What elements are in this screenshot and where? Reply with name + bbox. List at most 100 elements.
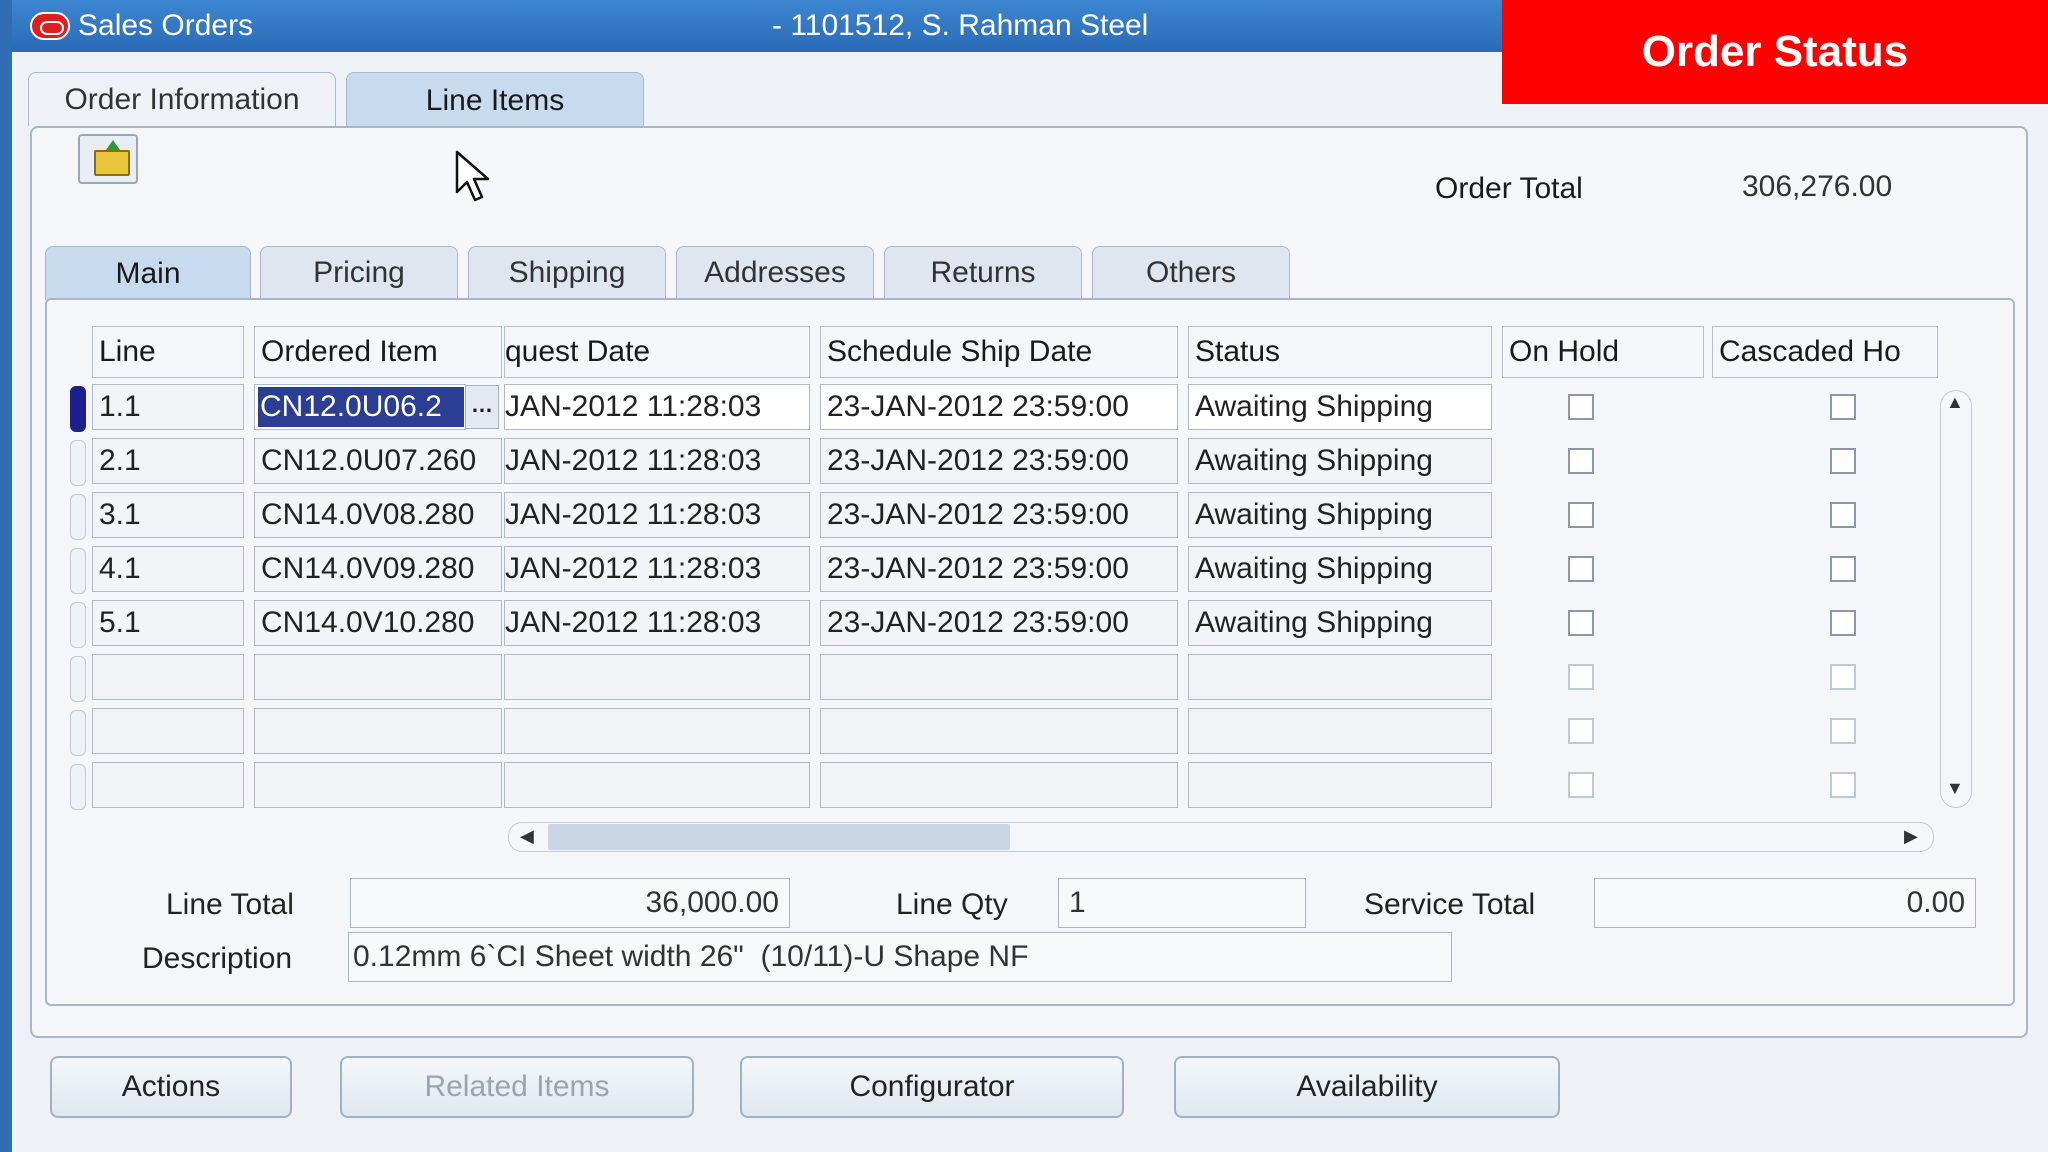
- cell-ordered-item-empty[interactable]: [254, 708, 502, 754]
- cascaded-hold-checkbox[interactable]: [1830, 664, 1856, 690]
- cell-line-empty[interactable]: [92, 762, 244, 808]
- column-header-status[interactable]: Status: [1188, 326, 1492, 378]
- column-header-on-hold[interactable]: On Hold: [1502, 326, 1704, 378]
- scroll-up-arrow-icon[interactable]: ▲: [1946, 392, 1964, 413]
- row-selector[interactable]: [70, 548, 86, 594]
- row-selector[interactable]: [70, 656, 86, 702]
- horizontal-scroll-thumb[interactable]: [548, 824, 1010, 850]
- related-items-button[interactable]: Related Items: [340, 1056, 694, 1118]
- tab-main[interactable]: Main: [45, 246, 251, 300]
- tab-others[interactable]: Others: [1092, 246, 1290, 298]
- cell-ordered-item[interactable]: CN14.0V09.280: [254, 546, 502, 592]
- on-hold-checkbox[interactable]: [1568, 556, 1594, 582]
- scroll-left-arrow-icon[interactable]: ◀: [520, 826, 534, 847]
- description-field[interactable]: 0.12mm 6`CI Sheet width 26" (10/11)-U Sh…: [348, 932, 1452, 982]
- cell-request-date[interactable]: JAN-2012 11:28:03: [504, 438, 810, 484]
- line-total-field[interactable]: 36,000.00: [350, 878, 790, 928]
- line-qty-field[interactable]: 1: [1058, 878, 1306, 928]
- cell-ordered-item[interactable]: CN12.0U07.260: [254, 438, 502, 484]
- scroll-right-arrow-icon[interactable]: ▶: [1904, 826, 1918, 847]
- cascaded-hold-checkbox[interactable]: [1830, 502, 1856, 528]
- on-hold-checkbox[interactable]: [1568, 718, 1594, 744]
- list-of-values-button[interactable]: …: [465, 385, 499, 429]
- cell-status[interactable]: Awaiting Shipping: [1188, 438, 1492, 484]
- row-selector[interactable]: [70, 386, 86, 432]
- cell-request-date-empty[interactable]: [504, 762, 810, 808]
- cell-line[interactable]: 4.1: [92, 546, 244, 592]
- cascaded-hold-checkbox[interactable]: [1830, 610, 1856, 636]
- cell-line-empty[interactable]: [92, 708, 244, 754]
- column-header-line[interactable]: Line: [92, 326, 244, 378]
- on-hold-checkbox[interactable]: [1568, 664, 1594, 690]
- cascaded-hold-checkbox[interactable]: [1830, 772, 1856, 798]
- on-hold-checkbox[interactable]: [1568, 448, 1594, 474]
- cell-line[interactable]: 5.1: [92, 600, 244, 646]
- cell-request-date[interactable]: JAN-2012 11:28:03: [504, 546, 810, 592]
- cell-schedule-ship-date-empty[interactable]: [820, 654, 1178, 700]
- cascaded-hold-checkbox[interactable]: [1830, 394, 1856, 420]
- tab-order-information[interactable]: Order Information: [28, 72, 336, 126]
- cascaded-hold-checkbox[interactable]: [1830, 448, 1856, 474]
- window-left-border: [0, 0, 12, 1152]
- cell-request-date-empty[interactable]: [504, 708, 810, 754]
- cell-request-date[interactable]: JAN-2012 11:28:03: [504, 492, 810, 538]
- cascaded-hold-checkbox[interactable]: [1830, 718, 1856, 744]
- cell-request-date-empty[interactable]: [504, 654, 810, 700]
- cell-schedule-ship-date[interactable]: 23-JAN-2012 23:59:00: [820, 546, 1178, 592]
- availability-button[interactable]: Availability: [1174, 1056, 1560, 1118]
- cell-line[interactable]: 3.1: [92, 492, 244, 538]
- column-header-cascaded-hold[interactable]: Cascaded Ho: [1712, 326, 1938, 378]
- cell-request-date[interactable]: JAN-2012 11:28:03: [504, 384, 810, 430]
- tab-addresses[interactable]: Addresses: [676, 246, 874, 298]
- cell-schedule-ship-date-empty[interactable]: [820, 762, 1178, 808]
- tab-shipping[interactable]: Shipping: [468, 246, 666, 298]
- cell-schedule-ship-date[interactable]: 23-JAN-2012 23:59:00: [820, 492, 1178, 538]
- cell-ordered-item-text[interactable]: CN12.0U06.2: [260, 384, 462, 430]
- cell-schedule-ship-date[interactable]: 23-JAN-2012 23:59:00: [820, 438, 1178, 484]
- configurator-button[interactable]: Configurator: [740, 1056, 1124, 1118]
- row-selector[interactable]: [70, 494, 86, 540]
- tab-line-items[interactable]: Line Items: [346, 72, 644, 128]
- on-hold-checkbox[interactable]: [1568, 610, 1594, 636]
- vertical-scrollbar[interactable]: [1940, 390, 1972, 808]
- on-hold-checkbox[interactable]: [1568, 502, 1594, 528]
- column-header-schedule-ship-date[interactable]: Schedule Ship Date: [820, 326, 1178, 378]
- cell-line[interactable]: 2.1: [92, 438, 244, 484]
- column-header-ordered-item[interactable]: Ordered Item: [254, 326, 502, 378]
- column-header-request-date[interactable]: quest Date: [504, 326, 810, 378]
- cell-status-empty[interactable]: [1188, 708, 1492, 754]
- title-bar: Sales Orders - 1101512, S. Rahman Steel: [12, 0, 1502, 52]
- cell-line[interactable]: 1.1: [92, 384, 244, 430]
- cell-ordered-item-empty[interactable]: [254, 762, 502, 808]
- cell-status-empty[interactable]: [1188, 654, 1492, 700]
- cell-ordered-item[interactable]: CN14.0V08.280: [254, 492, 502, 538]
- on-hold-checkbox[interactable]: [1568, 394, 1594, 420]
- actions-button[interactable]: Actions: [50, 1056, 292, 1118]
- on-hold-checkbox[interactable]: [1568, 772, 1594, 798]
- cell-status[interactable]: Awaiting Shipping: [1188, 600, 1492, 646]
- cell-status-empty[interactable]: [1188, 762, 1492, 808]
- cell-ordered-item-empty[interactable]: [254, 654, 502, 700]
- cell-ordered-item[interactable]: CN14.0V10.280: [254, 600, 502, 646]
- cell-schedule-ship-date[interactable]: 23-JAN-2012 23:59:00: [820, 600, 1178, 646]
- cell-request-date[interactable]: JAN-2012 11:28:03: [504, 600, 810, 646]
- open-folder-button[interactable]: [78, 134, 138, 184]
- mouse-pointer-icon: [455, 150, 490, 202]
- cell-status[interactable]: Awaiting Shipping: [1188, 492, 1492, 538]
- row-selector[interactable]: [70, 602, 86, 648]
- cascaded-hold-checkbox[interactable]: [1830, 556, 1856, 582]
- cell-line-empty[interactable]: [92, 654, 244, 700]
- row-selector[interactable]: [70, 764, 86, 810]
- cell-schedule-ship-date[interactable]: 23-JAN-2012 23:59:00: [820, 384, 1178, 430]
- tab-pricing[interactable]: Pricing: [260, 246, 458, 298]
- tab-returns[interactable]: Returns: [884, 246, 1082, 298]
- cell-schedule-ship-date-empty[interactable]: [820, 708, 1178, 754]
- cell-status[interactable]: Awaiting Shipping: [1188, 384, 1492, 430]
- window-title: Sales Orders: [78, 9, 254, 42]
- row-selector[interactable]: [70, 440, 86, 486]
- row-selector[interactable]: [70, 710, 86, 756]
- order-title: - 1101512, S. Rahman Steel: [772, 9, 1149, 42]
- cell-status[interactable]: Awaiting Shipping: [1188, 546, 1492, 592]
- scroll-down-arrow-icon[interactable]: ▼: [1946, 778, 1964, 799]
- service-total-field[interactable]: 0.00: [1594, 878, 1976, 928]
